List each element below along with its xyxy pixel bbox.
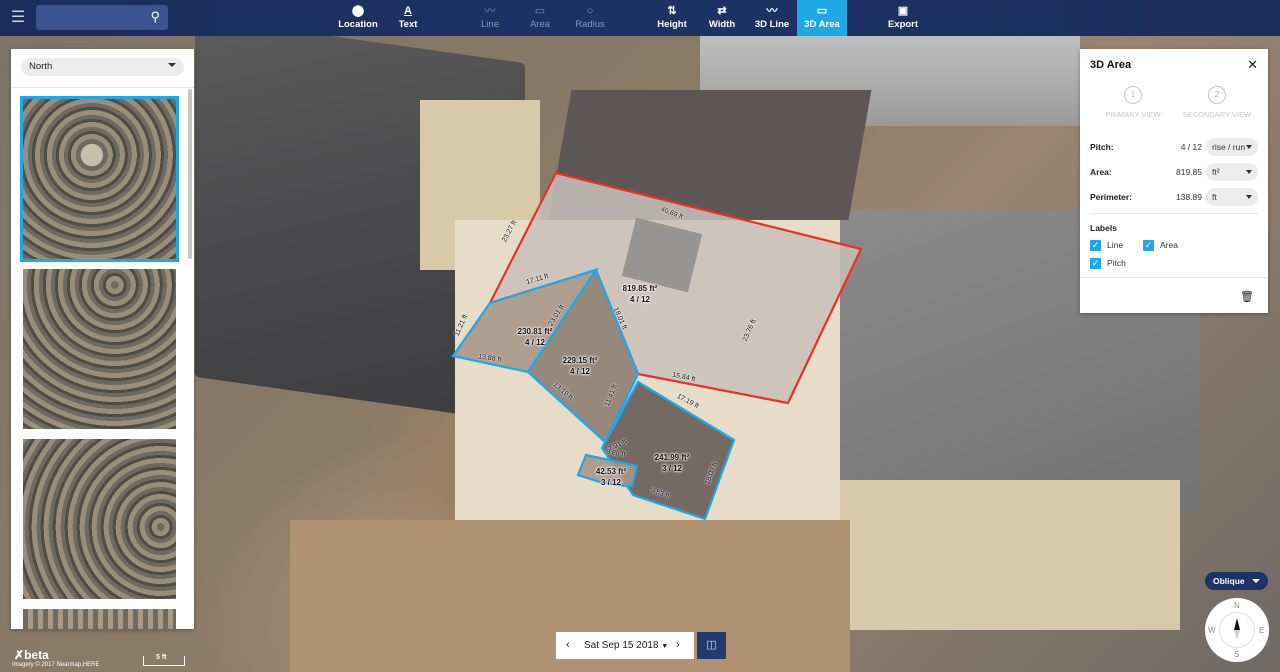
radius-icon: ○ [586, 5, 594, 17]
divider [1080, 277, 1268, 278]
date-dropdown[interactable]: Sat Sep 15 2018 ▼ [584, 640, 668, 651]
labels-heading: Labels [1090, 223, 1117, 233]
perimeter-unit-select[interactable]: ft [1206, 188, 1258, 206]
checkmark-icon: ✓ [1143, 240, 1154, 252]
export-icon: ▣ [897, 5, 909, 17]
chevron-down-icon [1252, 579, 1260, 583]
search-icon[interactable]: ⚲ [150, 9, 160, 25]
3d-area-panel: 3D Area ✕ 1 PRIMARY VIEW 2 SECONDARY VIEW … [1080, 49, 1268, 313]
caret-down-icon: ▼ [661, 643, 669, 650]
search-input[interactable]: ⚲ [36, 5, 168, 30]
chevron-down-icon [1246, 170, 1252, 174]
imagery-credit: Imagery © 2017 Nearmap,HERE [12, 662, 100, 668]
hamburger-menu-icon[interactable]: ☰ [8, 9, 28, 27]
beta-logo: ✗beta [14, 648, 49, 662]
3d-area-icon: ▭ [816, 5, 828, 17]
checkmark-icon: ✓ [1090, 258, 1101, 270]
compass-needle-icon [1234, 618, 1240, 630]
chevron-down-icon [1246, 195, 1252, 199]
scrollbar[interactable] [188, 89, 192, 259]
compare-view-button[interactable]: ◫ [697, 632, 726, 659]
area-value: 819.85 [1176, 167, 1202, 177]
tool-export[interactable]: ▣ Export [873, 0, 933, 36]
split-view-icon: ◫ [706, 639, 717, 651]
tool-radius[interactable]: ○ Radius [560, 0, 620, 36]
thumbnail[interactable] [23, 609, 176, 629]
area-label-west: 230.81 ft² 4 / 12 [517, 327, 553, 347]
checkbox-line[interactable]: ✓ Line [1090, 240, 1123, 252]
area-label-small: 42.53 ft² 3 / 12 [595, 467, 627, 487]
3d-line-icon: 〰 [766, 5, 778, 17]
date-selector: ‹ Sat Sep 15 2018 ▼ › [556, 632, 694, 659]
compass-needle-tail [1234, 630, 1240, 640]
area-unit-select[interactable]: ft² [1206, 163, 1258, 181]
area-label-center: 229.15 ft² 4 / 12 [562, 356, 598, 376]
direction-select[interactable]: North [21, 58, 184, 76]
pitch-value: 4 / 12 [1180, 142, 1202, 152]
scale-bar: 5 ft [143, 654, 185, 666]
compass[interactable]: N S E W [1205, 598, 1269, 662]
area-label-main: 819.85 ft² 4 / 12 [622, 284, 658, 304]
text-icon: A [404, 5, 412, 17]
thumbnail-selected[interactable] [20, 96, 179, 262]
top-toolbar: ☰ ⚲ ⬤ Location A Text 〰 Line ▭ Area ○ Radius … [0, 0, 1280, 36]
next-date-button[interactable]: › [676, 639, 680, 651]
checkbox-area[interactable]: ✓ Area [1143, 240, 1178, 252]
pitch-row: Pitch: 4 / 12 rise / run [1090, 138, 1258, 156]
chevron-down-icon [1246, 145, 1252, 149]
thumbnail[interactable] [23, 439, 176, 599]
checkbox-pitch[interactable]: ✓ Pitch [1090, 258, 1126, 270]
step-secondary-view[interactable]: 2 SECONDARY VIEW [1172, 86, 1262, 119]
perimeter-value: 138.89 [1176, 192, 1202, 202]
imagery-panel: North [11, 49, 194, 629]
perimeter-row: Perimeter: 138.89 ft [1090, 188, 1258, 206]
thumbnail[interactable] [23, 269, 176, 429]
tool-3d-line[interactable]: 〰 3D Line [742, 0, 802, 36]
logo-icon: ✗ [14, 648, 25, 662]
tool-3d-area[interactable]: ▭ 3D Area [797, 0, 847, 36]
prev-date-button[interactable]: ‹ [566, 639, 570, 651]
area-row: Area: 819.85 ft² [1090, 163, 1258, 181]
checkmark-icon: ✓ [1090, 240, 1101, 252]
area-label-southeast: 241.99 ft² 3 / 12 [654, 453, 690, 473]
step-primary-view[interactable]: 1 PRIMARY VIEW [1088, 86, 1178, 119]
divider [1090, 213, 1258, 214]
tool-text[interactable]: A Text [378, 0, 438, 36]
divider [11, 87, 194, 88]
panel-title: 3D Area [1090, 59, 1132, 71]
pitch-unit-select[interactable]: rise / run [1206, 138, 1258, 156]
view-mode-select[interactable]: Oblique [1205, 572, 1268, 590]
trash-icon[interactable]: 🗑 [1240, 290, 1254, 303]
chevron-down-icon [168, 63, 176, 67]
close-icon[interactable]: ✕ [1247, 57, 1258, 73]
